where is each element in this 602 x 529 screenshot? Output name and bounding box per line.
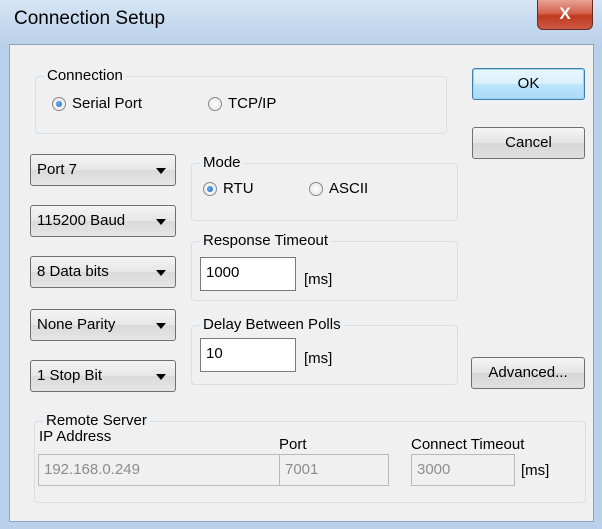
data-bits-select[interactable]: 8 Data bits (30, 256, 176, 288)
ip-address-field: 192.168.0.249 (38, 454, 282, 486)
chevron-down-icon (156, 374, 166, 380)
ascii-label: ASCII (329, 180, 369, 197)
chevron-down-icon (156, 219, 166, 225)
port-field: 7001 (279, 454, 389, 486)
parity-select-value: None Parity (37, 316, 116, 333)
baud-select[interactable]: 115200 Baud (30, 205, 176, 237)
title-bar: Connection Setup X (0, 0, 602, 44)
ascii-radio[interactable]: ASCII (309, 180, 368, 197)
dialog-body: Connection Serial Port TCP/IP OK Cancel … (9, 44, 594, 522)
delay-between-polls-group: Delay Between Polls 10 [ms] (191, 316, 458, 385)
port-select[interactable]: Port 7 (30, 154, 176, 186)
close-button[interactable]: X (537, 0, 593, 30)
serial-port-radio[interactable]: Serial Port (52, 95, 142, 112)
port-label: Port (279, 436, 307, 453)
radio-unselected-icon (208, 96, 222, 111)
remote-server-label: Remote Server (43, 412, 150, 429)
connect-timeout-label: Connect Timeout (411, 436, 525, 453)
stop-bits-select[interactable]: 1 Stop Bit (30, 360, 176, 392)
connection-setup-window: Connection Setup X Connection Serial Por… (0, 0, 602, 529)
stop-bits-select-value: 1 Stop Bit (37, 367, 103, 384)
connection-group-label: Connection (44, 67, 126, 84)
response-timeout-input[interactable]: 1000 (200, 257, 296, 291)
connect-timeout-field: 3000 (411, 454, 515, 486)
radio-selected-icon (203, 181, 217, 196)
rtu-radio[interactable]: RTU (203, 180, 254, 197)
ok-button[interactable]: OK (472, 68, 585, 100)
tcp-ip-label: TCP/IP (228, 95, 277, 112)
chevron-down-icon (156, 168, 166, 174)
mode-group: Mode RTU ASCII (191, 154, 458, 221)
remote-server-group: Remote Server IP Address 192.168.0.249 P… (34, 412, 586, 503)
data-bits-select-value: 8 Data bits (37, 263, 109, 280)
cancel-button[interactable]: Cancel (472, 127, 585, 159)
rtu-label: RTU (223, 180, 254, 197)
advanced-button[interactable]: Advanced... (471, 357, 585, 389)
window-title: Connection Setup (14, 8, 166, 29)
close-icon: X (559, 4, 571, 23)
parity-select[interactable]: None Parity (30, 309, 176, 341)
mode-group-label: Mode (200, 154, 244, 171)
delay-between-polls-label: Delay Between Polls (200, 316, 344, 333)
ip-address-label: IP Address (39, 428, 112, 445)
tcp-ip-radio[interactable]: TCP/IP (208, 95, 276, 112)
delay-between-polls-input[interactable]: 10 (200, 338, 296, 372)
response-timeout-label: Response Timeout (200, 232, 332, 249)
radio-unselected-icon (309, 181, 323, 196)
connection-group: Connection Serial Port TCP/IP (35, 67, 447, 134)
port-select-value: Port 7 (37, 161, 78, 178)
baud-select-value: 115200 Baud (37, 212, 126, 229)
response-timeout-group: Response Timeout 1000 [ms] (191, 232, 458, 301)
chevron-down-icon (156, 270, 166, 276)
delay-between-polls-unit: [ms] (304, 350, 333, 367)
serial-port-label: Serial Port (72, 95, 143, 112)
response-timeout-unit: [ms] (304, 271, 333, 288)
chevron-down-icon (156, 323, 166, 329)
connect-timeout-unit: [ms] (521, 462, 550, 479)
radio-selected-icon (52, 96, 66, 111)
